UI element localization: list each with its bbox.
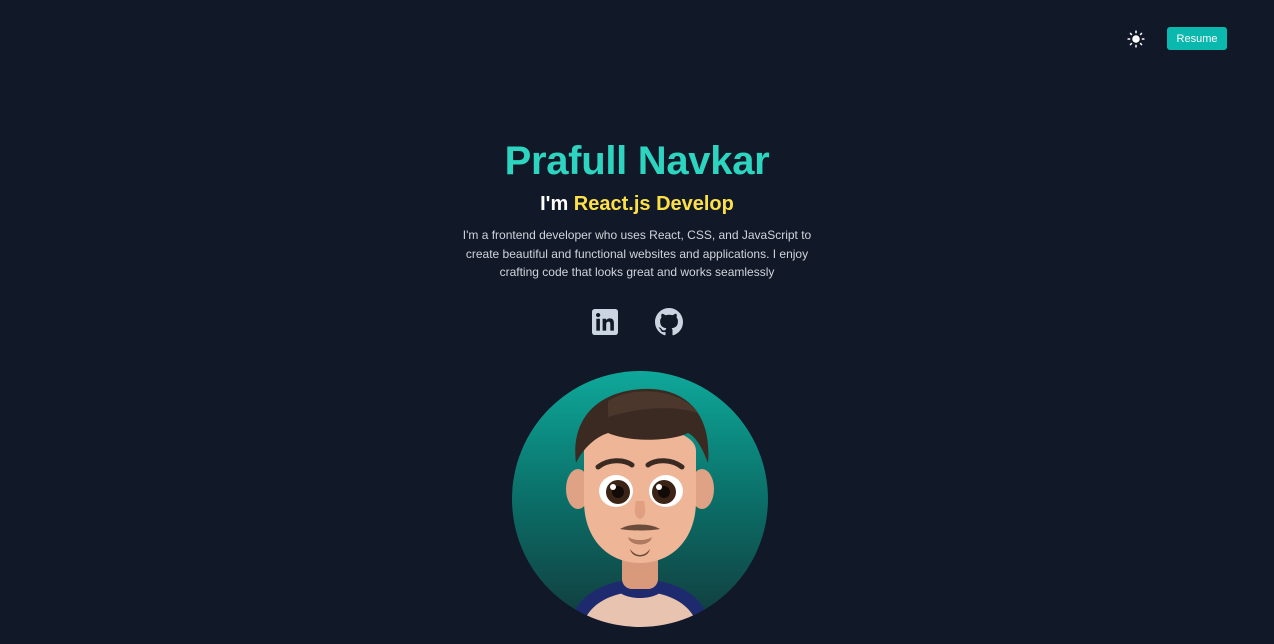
top-bar: Resume [1125,27,1227,50]
theme-toggle-button[interactable] [1125,28,1147,50]
role-typewriter: React.js Develop [573,193,734,215]
resume-button[interactable]: Resume [1167,27,1227,50]
linkedin-icon [592,308,618,335]
github-link[interactable] [655,307,683,336]
avatar-illustration [566,388,714,627]
role-prefix: I'm [540,193,569,215]
social-links [591,307,683,336]
hero-role: I'm React.js Develop [540,192,734,216]
github-icon [655,307,683,335]
avatar [512,371,768,627]
sun-icon [1127,29,1145,48]
hero-name: Prafull Navkar [504,139,770,183]
hero-section: Prafull Navkar I'm React.js Develop I'm … [0,138,1274,336]
linkedin-link[interactable] [591,308,619,336]
hero-bio: I'm a frontend developer who uses React,… [462,228,812,279]
portfolio-page: Resume Prafull Navkar I'm React.js Devel… [0,0,1274,644]
